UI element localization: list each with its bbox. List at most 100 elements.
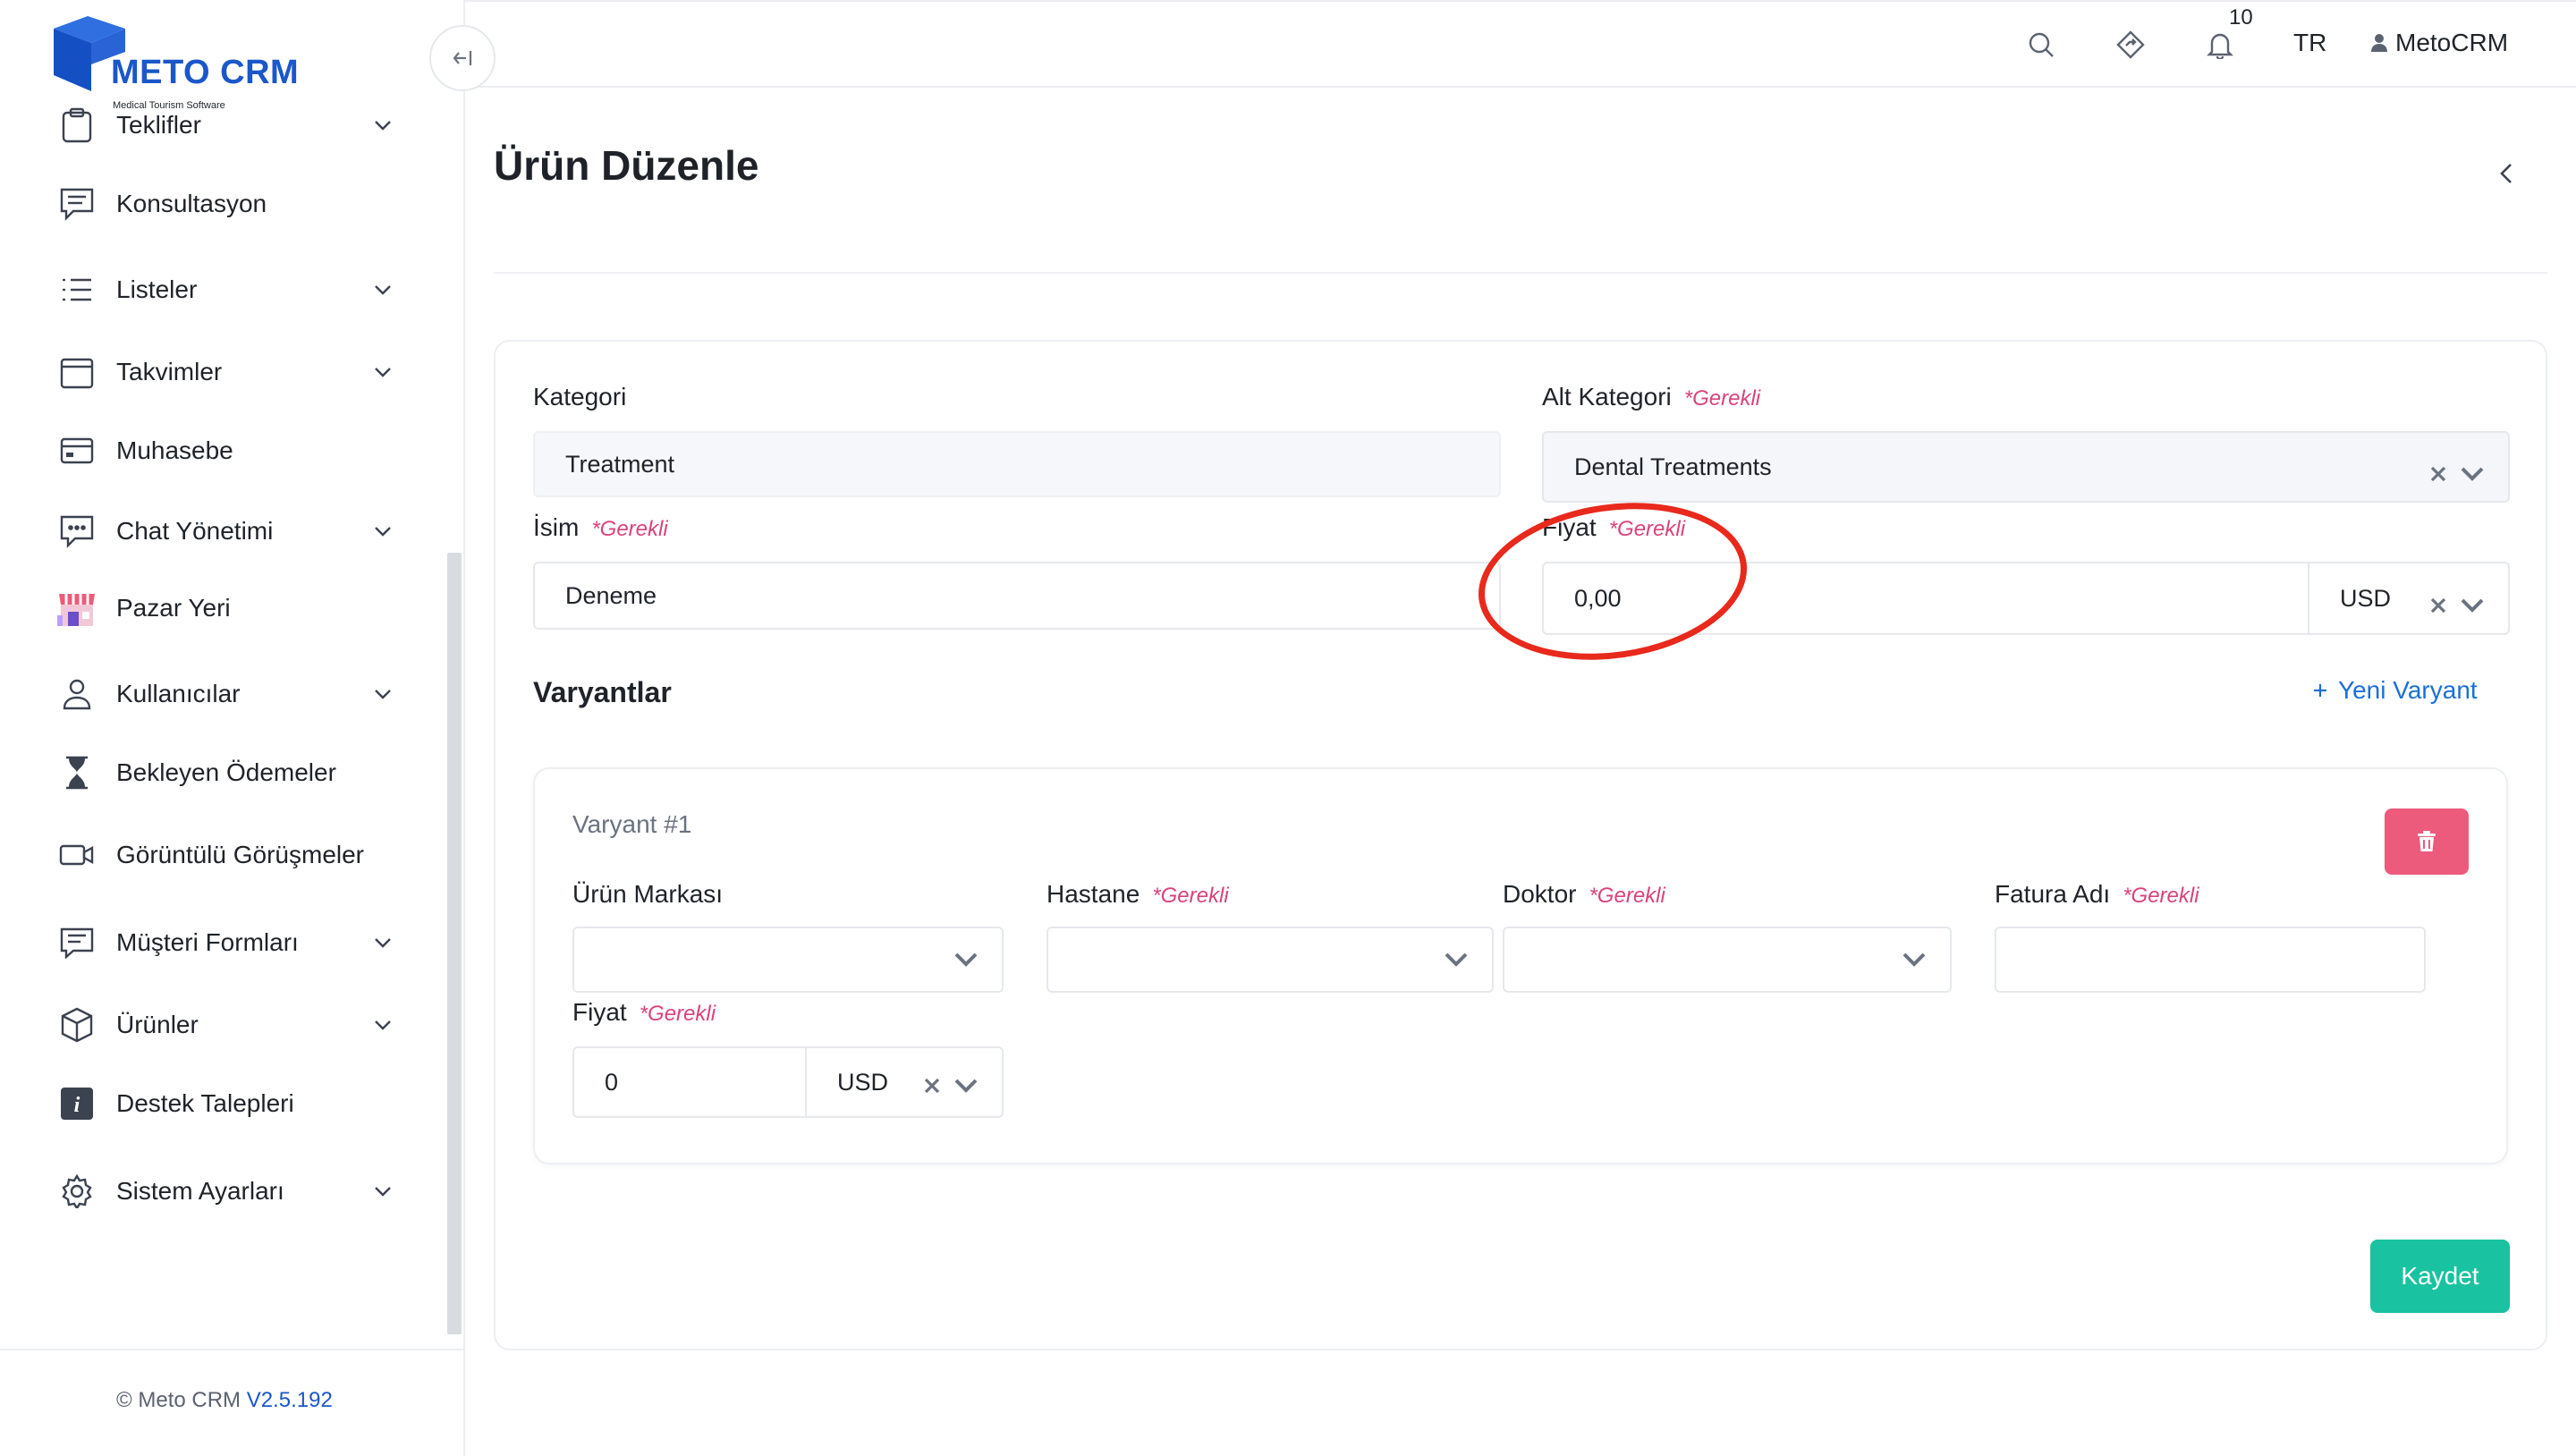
clear-icon[interactable]: [2429, 597, 2447, 614]
sidebar-item-teklifler[interactable]: Teklifler: [55, 98, 395, 152]
chevron-down-icon: [370, 1012, 395, 1037]
language-selector[interactable]: TR: [2293, 29, 2326, 57]
subcategory-select[interactable]: Dental Treatments: [1542, 431, 2510, 503]
sidebar-scrollbar[interactable]: [447, 553, 462, 1334]
sidebar-item-chat-yonetimi[interactable]: Chat Yönetimi: [55, 504, 395, 558]
chevron-down-icon: [370, 277, 395, 302]
sidebar-item-goruntulu-gorusmeler[interactable]: Görüntülü Görüşmeler: [55, 828, 395, 882]
copyright-text: © Meto CRM V2.5.192: [116, 1388, 333, 1413]
delete-variant-button[interactable]: [2385, 808, 2469, 875]
required-marker: *Gerekli: [1152, 884, 1229, 908]
sidebar-item-musteri-formlari[interactable]: Müşteri Formları: [55, 916, 395, 969]
doctor-label: Doktor *Gerekli: [1503, 880, 1665, 908]
sidebar-item-sistem-ayarlari[interactable]: Sistem Ayarları: [55, 1164, 395, 1218]
plus-icon: [2314, 684, 2326, 697]
hospital-select[interactable]: [1046, 927, 1494, 993]
clear-icon[interactable]: [2429, 465, 2447, 483]
save-button[interactable]: Kaydet: [2370, 1240, 2510, 1313]
sidebar-footer: © Meto CRM V2.5.192: [0, 1349, 465, 1456]
chevron-down-icon[interactable]: [1902, 952, 1927, 968]
chevron-down-icon: [370, 113, 395, 138]
name-input[interactable]: Deneme: [533, 562, 1501, 630]
sidebar-item-label: Chat Yönetimi: [116, 517, 274, 545]
category-value: Treatment: [565, 450, 675, 478]
chevron-down-icon: [370, 519, 395, 544]
list-icon: [55, 268, 98, 311]
variant-currency-value: USD: [837, 1068, 889, 1096]
variant-currency-select[interactable]: USD: [805, 1046, 1004, 1118]
required-marker: *Gerekli: [639, 1002, 716, 1026]
bell-icon[interactable]: [2202, 27, 2238, 63]
message-icon: [55, 182, 98, 225]
required-marker: *Gerekli: [2123, 884, 2199, 908]
user-icon: [55, 673, 98, 715]
back-chevron-icon[interactable]: [2490, 157, 2522, 190]
user-name: MetoCRM: [2395, 29, 2509, 56]
sidebar-item-label: Görüntülü Görüşmeler: [116, 841, 365, 868]
sidebar-item-takvimler[interactable]: Takvimler: [55, 345, 395, 399]
clipboard-icon: [55, 104, 98, 147]
sidebar-item-muhasebe[interactable]: Muhasebe: [55, 424, 395, 478]
hourglass-icon: [55, 751, 98, 794]
name-value: Deneme: [565, 581, 657, 609]
hospital-label: Hastane *Gerekli: [1046, 880, 1229, 908]
invoice-name-input[interactable]: [1995, 927, 2426, 993]
sidebar-item-konsultasyon[interactable]: Konsultasyon: [55, 177, 395, 231]
chevron-down-icon[interactable]: [953, 1078, 979, 1094]
chevron-down-icon: [370, 1179, 395, 1204]
brand-select[interactable]: [572, 927, 1004, 993]
variant-price-label: Fiyat *Gerekli: [572, 998, 716, 1026]
subcategory-value: Dental Treatments: [1574, 453, 1772, 480]
collapse-left-icon: [453, 51, 472, 65]
version-link[interactable]: V2.5.192: [247, 1388, 333, 1412]
required-marker: *Gerekli: [591, 517, 668, 541]
sidebar-item-listeler[interactable]: Listeler: [55, 263, 395, 317]
user-menu[interactable]: MetoCRM: [2370, 29, 2508, 57]
new-variant-label: Yeni Varyant: [2338, 676, 2478, 704]
copyright-prefix: © Meto CRM: [116, 1388, 242, 1412]
invoice-label: Fatura Adı *Gerekli: [1995, 880, 2199, 908]
brand-name: METO CRM: [111, 54, 300, 91]
sidebar-item-pazar-yeri[interactable]: Pazar Yeri: [55, 581, 395, 635]
doctor-select[interactable]: [1503, 927, 1952, 993]
sidebar-item-label: Listeler: [116, 275, 198, 303]
new-variant-button[interactable]: Yeni Varyant: [2313, 676, 2478, 705]
required-marker: *Gerekli: [1589, 884, 1665, 908]
sidebar-item-label: Destek Talepleri: [116, 1089, 294, 1117]
price-value: 0,00: [1574, 584, 1622, 612]
shortcut-diamond-icon[interactable]: [2113, 27, 2148, 63]
box-icon: [55, 1003, 98, 1046]
sidebar-item-label: Müşteri Formları: [116, 928, 299, 956]
chevron-down-icon[interactable]: [1444, 952, 1469, 968]
notification-count: 10: [2229, 5, 2253, 30]
chevron-down-icon[interactable]: [2460, 597, 2485, 614]
variant-price-input[interactable]: 0: [572, 1046, 807, 1118]
price-currency-select[interactable]: USD: [2308, 562, 2510, 635]
sidebar-item-label: Sistem Ayarları: [116, 1177, 284, 1205]
brand-label: Ürün Markası: [572, 880, 724, 908]
user-icon: [2371, 34, 2387, 52]
price-label: Fiyat *Gerekli: [1542, 513, 1686, 541]
sidebar-item-label: Takvimler: [116, 358, 223, 385]
required-marker: *Gerekli: [1683, 386, 1761, 411]
app-logo[interactable]: METO CRM Medical Tourism Software: [48, 14, 317, 111]
sidebar-item-destek-talepleri[interactable]: i Destek Talepleri: [55, 1077, 395, 1130]
clear-icon[interactable]: [923, 1077, 941, 1095]
sidebar-item-label: Kullanıcılar: [116, 680, 241, 707]
sidebar-item-label: Ürünler: [116, 1011, 199, 1038]
price-input[interactable]: 0,00: [1542, 562, 2309, 635]
trash-icon: [2418, 831, 2436, 851]
page-title: Ürün Düzenle: [494, 142, 759, 189]
search-icon[interactable]: [2023, 27, 2059, 63]
price-currency-value: USD: [2340, 584, 2392, 612]
sidebar-item-bekleyen-odemeler[interactable]: Bekleyen Ödemeler: [55, 746, 395, 800]
sidebar-item-urunler[interactable]: Ürünler: [55, 998, 395, 1052]
chevron-down-icon[interactable]: [953, 952, 979, 968]
variant-title: Varyant #1: [572, 810, 692, 838]
sidebar-item-kullanicilar[interactable]: Kullanıcılar: [55, 667, 395, 721]
chevron-down-icon: [370, 360, 395, 385]
chevron-down-icon[interactable]: [2460, 466, 2485, 482]
video-icon: [55, 834, 98, 876]
sidebar-item-label: Bekleyen Ödemeler: [116, 758, 336, 786]
sidebar-collapse-button[interactable]: [429, 25, 496, 91]
